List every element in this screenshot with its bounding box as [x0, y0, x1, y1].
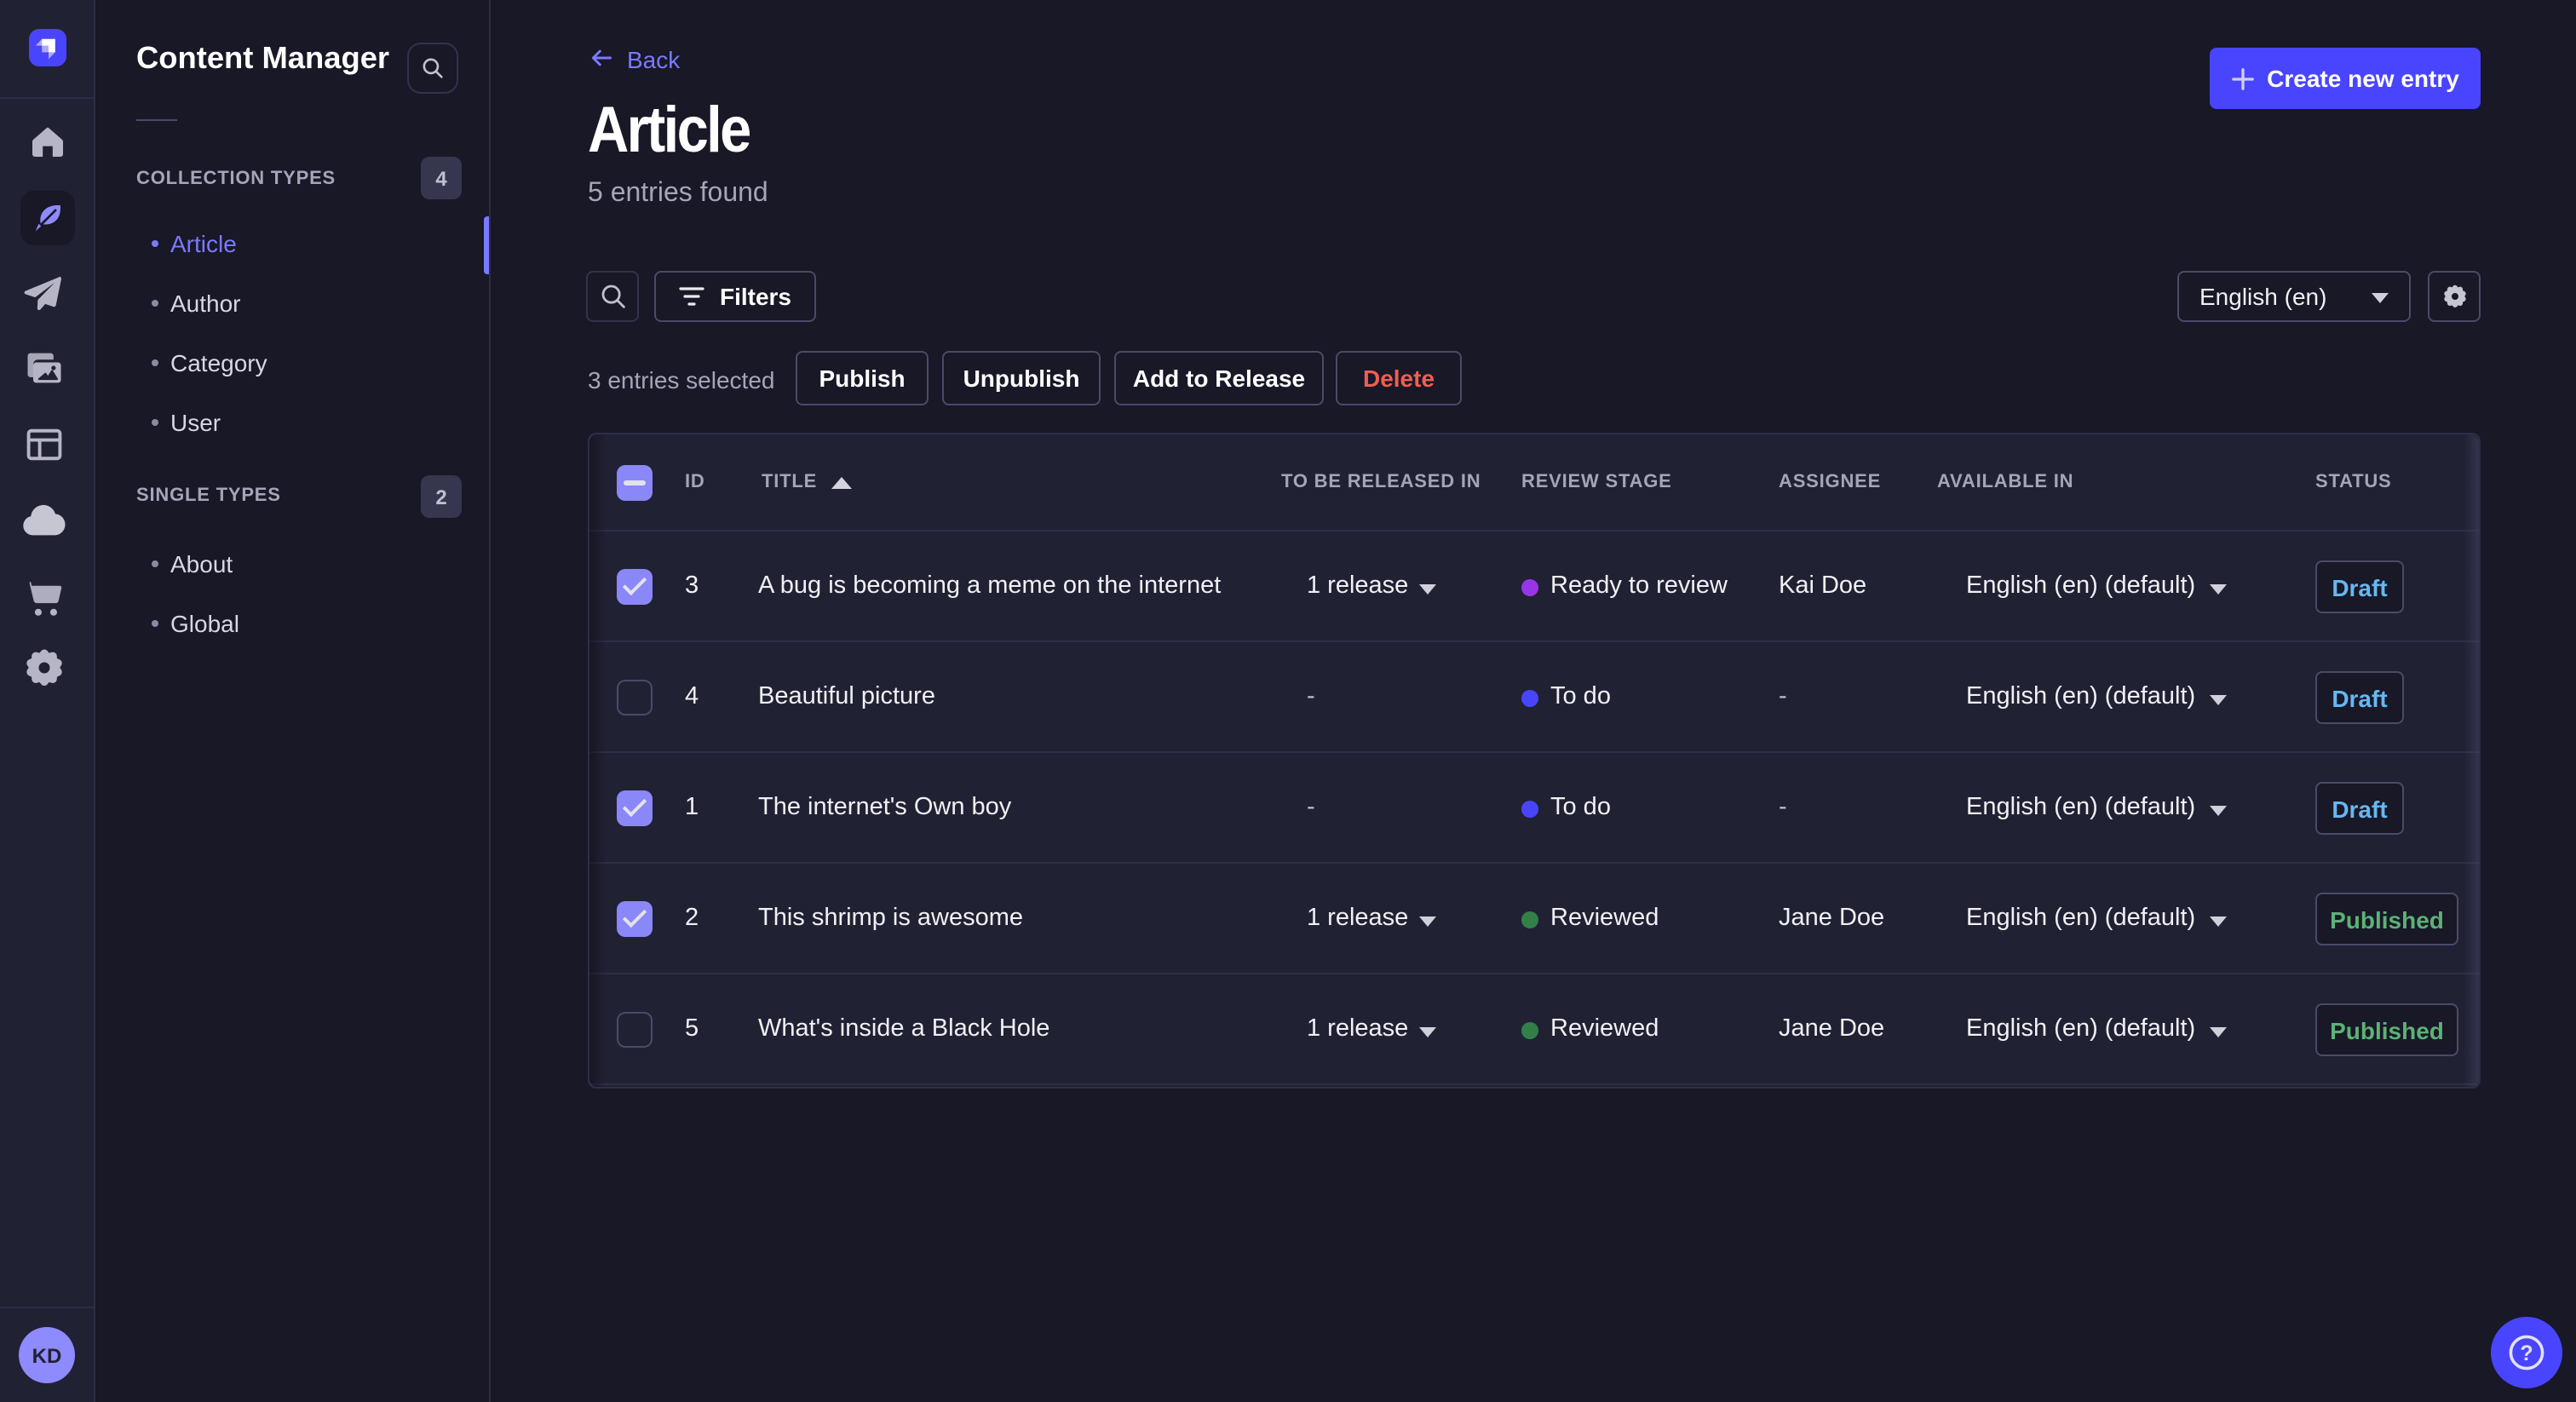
svg-text:?: ? [2520, 1342, 2533, 1365]
